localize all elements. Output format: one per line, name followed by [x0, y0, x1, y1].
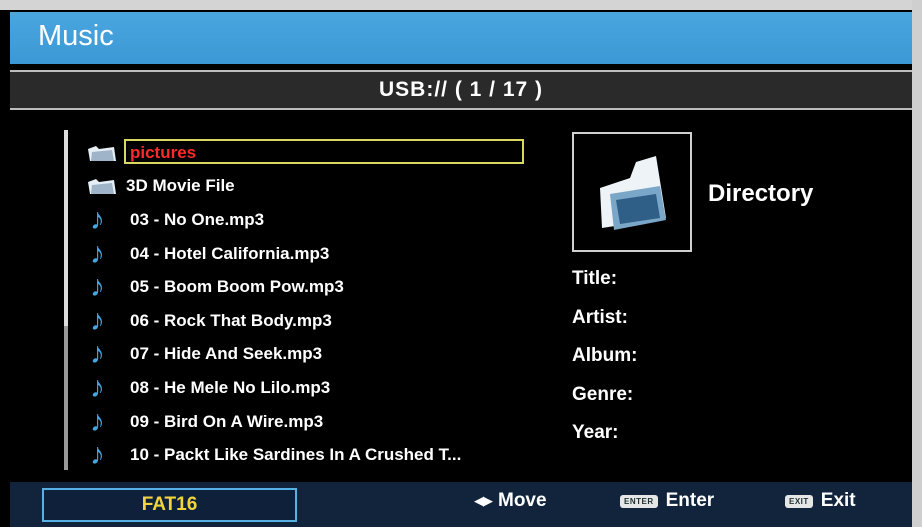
list-item-label: 07 - Hide And Seek.mp3 — [130, 344, 323, 364]
file-list: pictures 3D Movie File ♪ 03 - No One.mp3… — [86, 136, 546, 472]
list-item-folder[interactable]: pictures — [86, 136, 546, 170]
scrollbar-thumb[interactable] — [64, 326, 68, 470]
list-item-file[interactable]: ♪ 03 - No One.mp3 — [86, 203, 546, 237]
folder-preview-icon — [600, 156, 666, 230]
music-note-icon: ♪ — [90, 303, 105, 337]
list-item-label: 06 - Rock That Body.mp3 — [130, 310, 332, 330]
meta-title-label: Title: — [572, 268, 618, 289]
preview-thumbnail — [572, 132, 692, 252]
list-item-file[interactable]: ♪ 04 - Hotel California.mp3 — [86, 237, 546, 271]
meta-genre-label: Genre: — [572, 383, 634, 405]
move-hint-label: Move — [498, 490, 547, 511]
music-note-icon: ♪ — [90, 370, 105, 404]
list-item-label: 3D Movie File — [126, 176, 235, 196]
title-bar: Music — [10, 12, 912, 64]
path-bar: USB:// ( 1 / 17 ) — [10, 70, 912, 110]
screen-bezel-right — [912, 0, 922, 527]
screen-bezel-top — [0, 0, 922, 10]
folder-icon — [86, 138, 126, 168]
list-item-label: 03 - No One.mp3 — [130, 209, 265, 229]
move-hint: ◀▶ Move — [474, 490, 547, 512]
filesystem-badge: FAT16 — [42, 488, 297, 522]
folder-icon — [86, 171, 126, 201]
list-item-label: 04 - Hotel California.mp3 — [130, 243, 330, 263]
music-note-icon: ♪ — [90, 438, 105, 472]
list-item-file[interactable]: ♪ 08 - He Mele No Lilo.mp3 — [86, 371, 546, 405]
enter-hint: ENTER Enter — [620, 490, 714, 512]
enter-hint-label: Enter — [665, 490, 715, 511]
metadata-panel: Title: Artist: Album: Genre: Year: — [572, 268, 637, 461]
meta-year-label: Year: — [572, 422, 619, 443]
list-item-label: 08 - He Mele No Lilo.mp3 — [130, 377, 331, 397]
music-note-icon: ♪ — [90, 337, 105, 371]
list-item-label: 09 - Bird On A Wire.mp3 — [130, 411, 324, 431]
exit-key-icon: EXIT — [785, 494, 813, 508]
list-item-file[interactable]: ♪ 09 - Bird On A Wire.mp3 — [86, 405, 546, 439]
music-note-icon: ♪ — [90, 270, 105, 304]
list-item-folder[interactable]: 3D Movie File — [86, 170, 546, 204]
list-item-label: 10 - Packt Like Sardines In A Crushed T.… — [130, 445, 462, 465]
meta-artist-label: Artist: — [572, 306, 628, 328]
exit-hint: EXIT Exit — [785, 490, 856, 512]
exit-hint-label: Exit — [820, 490, 856, 511]
item-type-label: Directory — [708, 180, 814, 207]
enter-key-icon: ENTER — [620, 494, 658, 508]
list-item-file[interactable]: ♪ 05 - Boom Boom Pow.mp3 — [86, 270, 546, 304]
music-note-icon: ♪ — [90, 202, 105, 236]
music-note-icon: ♪ — [90, 404, 105, 438]
list-item-file[interactable]: ♪ 07 - Hide And Seek.mp3 — [86, 338, 546, 372]
list-item-file[interactable]: ♪ 10 - Packt Like Sardines In A Crushed … — [86, 438, 546, 472]
list-item-label: pictures — [130, 142, 197, 162]
list-item-label: 05 - Boom Boom Pow.mp3 — [130, 277, 344, 297]
music-note-icon: ♪ — [90, 236, 105, 270]
list-item-file[interactable]: ♪ 06 - Rock That Body.mp3 — [86, 304, 546, 338]
meta-album-label: Album: — [572, 345, 638, 366]
page-title: Music — [38, 20, 114, 52]
left-right-arrows-icon: ◀▶ — [474, 493, 493, 508]
